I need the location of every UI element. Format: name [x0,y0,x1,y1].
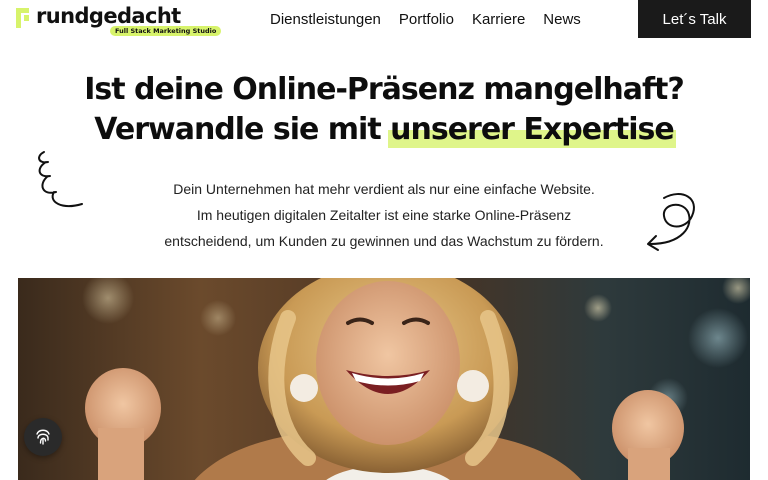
hero-intro: Dein Unternehmen hat mehr verdient als n… [120,176,648,254]
brand-name: rundgedacht [36,4,181,28]
intro-line-2: Im heutigen digitalen Zeitalter ist eine… [196,207,572,223]
headline-line-2-prefix: Verwandle sie mit [94,112,381,147]
brand-logo[interactable]: rundgedacht Full Stack Marketing Studio [16,4,222,36]
nav-item-news[interactable]: News [543,11,581,28]
headline-line-1: Ist deine Online-Präsenz mangelhaft? [84,72,684,107]
nav-item-karriere[interactable]: Karriere [472,11,525,28]
brand-tagline: Full Stack Marketing Studio [110,26,222,36]
site-header: rundgedacht Full Stack Marketing Studio … [0,0,768,40]
main-nav: Dienstleistungen Portfolio Karriere News [270,11,581,28]
hero-image [18,278,750,480]
loop-arrow-doodle-icon [647,193,695,251]
logo-mark-icon [16,8,29,28]
squiggle-doodle-icon [38,151,83,208]
intro-line-3: entscheidend, um Kunden zu gewinnen und … [164,233,604,249]
nav-item-dienstleistungen[interactable]: Dienstleistungen [270,11,381,28]
lets-talk-button[interactable]: Let´s Talk [638,0,751,38]
woman-celebrating-illustration [18,278,750,480]
fingerprint-button[interactable] [24,418,62,456]
headline-highlight: unserer Expertise [388,110,676,150]
nav-item-portfolio[interactable]: Portfolio [399,11,454,28]
fingerprint-icon [36,429,50,445]
hero-headline: Ist deine Online-Präsenz mangelhaft? Ver… [0,70,768,150]
intro-line-1: Dein Unternehmen hat mehr verdient als n… [173,181,595,197]
